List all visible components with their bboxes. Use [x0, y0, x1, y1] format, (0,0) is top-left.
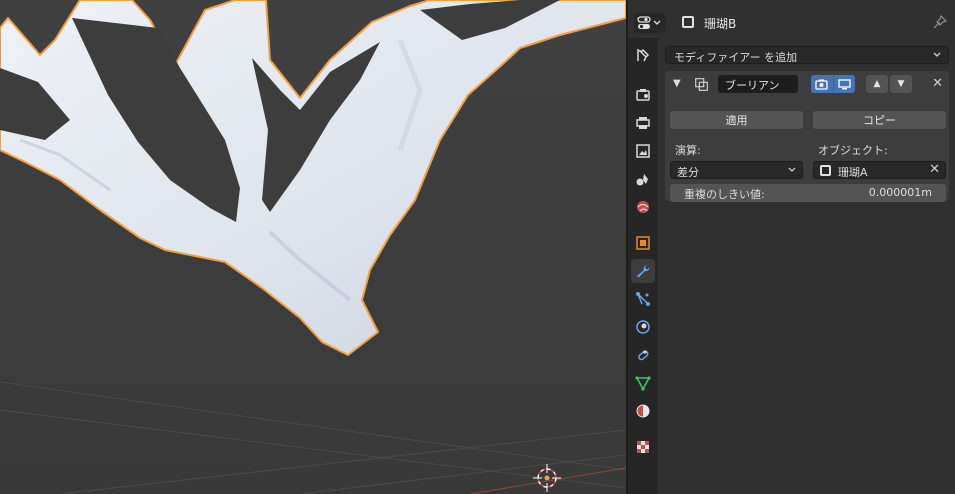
scene-icon [636, 174, 648, 186]
image-icon [636, 144, 650, 158]
world-icon [637, 201, 649, 213]
modifier-tab[interactable] [631, 259, 655, 283]
particles-icon [636, 292, 650, 306]
operation-label: 演算: [675, 144, 701, 157]
add-modifier-label: モディファイアー を追加 [674, 51, 798, 64]
material-tab[interactable] [631, 399, 655, 423]
3d-viewport[interactable] [0, 0, 626, 494]
properties-editor-icon [637, 16, 661, 29]
chevron-down-icon [933, 52, 941, 57]
scene-tab[interactable] [631, 167, 655, 191]
mesh-data-icon [635, 376, 651, 391]
move-up-button[interactable]: ▲ [866, 75, 888, 93]
triangle-up-icon: ▲ [873, 79, 881, 89]
modifier-name-field[interactable]: ブーリアン [718, 75, 798, 93]
properties-editor: 珊瑚B モディファイアー を追加 ▼ ブーリアン ▲ ▼ ✕ 適用 コピー 演算… [628, 0, 955, 494]
monitor-icon [838, 78, 851, 89]
editor-type-button[interactable] [634, 13, 666, 33]
modifier-properties: モディファイアー を追加 ▼ ブーリアン ▲ ▼ ✕ 適用 コピー 演算: オブ… [658, 38, 955, 494]
triangle-down-icon: ▼ [897, 79, 905, 89]
chevron-down-icon [788, 167, 796, 172]
render-toggle[interactable] [811, 75, 834, 93]
object-icon [820, 165, 831, 176]
camera-back-icon [636, 89, 650, 101]
physics-icon [636, 320, 650, 334]
printer-icon [636, 117, 650, 129]
apply-button[interactable]: 適用 [670, 111, 803, 129]
operation-dropdown[interactable]: 差分 [670, 161, 803, 179]
particles-tab[interactable] [631, 287, 655, 311]
constraint-icon [638, 350, 649, 361]
threshold-label: 重複のしきい値: [684, 188, 765, 201]
object-icon [636, 236, 650, 250]
object-label: オブジェクト: [818, 144, 888, 157]
overlap-threshold-field[interactable]: 重複のしきい値: 0.000001m [670, 184, 946, 202]
render-tab[interactable] [631, 83, 655, 107]
threshold-value: 0.000001m [868, 186, 932, 199]
output-tab[interactable] [631, 111, 655, 135]
object-tab[interactable] [631, 231, 655, 255]
move-arrows: ▲ ▼ [866, 75, 912, 93]
texture-tab[interactable] [631, 435, 655, 459]
copy-button[interactable]: コピー [813, 111, 946, 129]
collapse-triangle-icon[interactable]: ▼ [673, 78, 681, 89]
wrench-icon [637, 265, 650, 278]
operation-value: 差分 [677, 166, 699, 179]
boolean-modifier-icon [695, 78, 708, 91]
pin-icon[interactable] [933, 15, 947, 29]
data-tab[interactable] [631, 371, 655, 395]
constraints-tab[interactable] [631, 343, 655, 367]
viewport-toggle[interactable] [833, 75, 855, 93]
material-icon [636, 404, 650, 418]
properties-tabs [628, 38, 658, 494]
clear-object-close-icon[interactable]: ✕ [929, 162, 940, 177]
boolean-modifier-panel: ▼ ブーリアン ▲ ▼ ✕ 適用 コピー 演算: オブジェクト: 差分 珊瑚A … [665, 71, 949, 202]
add-modifier-dropdown[interactable]: モディファイアー を追加 [665, 46, 949, 64]
remove-modifier-close-icon[interactable]: ✕ [932, 76, 943, 91]
object-name: 珊瑚B [704, 17, 737, 31]
tool-icon [637, 48, 650, 62]
view-layer-tab[interactable] [631, 139, 655, 163]
physics-tab[interactable] [631, 315, 655, 339]
object-icon [682, 16, 694, 28]
move-down-button[interactable]: ▼ [890, 75, 912, 93]
object-value: 珊瑚A [838, 166, 868, 179]
object-field[interactable]: 珊瑚A ✕ [813, 161, 946, 179]
visibility-toggles [811, 75, 855, 93]
tool-tab[interactable] [631, 43, 655, 67]
properties-header: 珊瑚B [628, 10, 955, 36]
world-tab[interactable] [631, 195, 655, 219]
texture-icon [637, 441, 649, 453]
camera-icon [815, 79, 828, 90]
viewport-scene [0, 0, 626, 494]
